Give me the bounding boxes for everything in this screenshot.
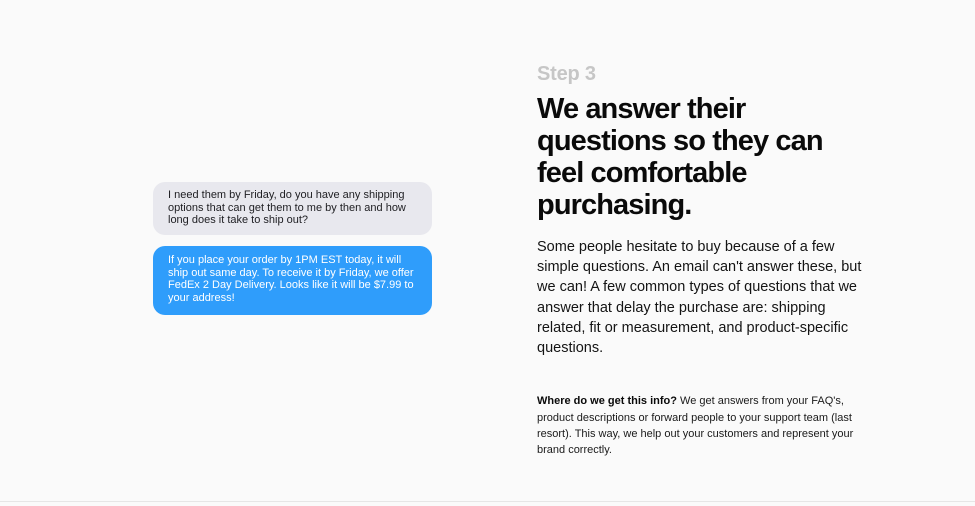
incoming-message-bubble: I need them by Friday, do you have any s… (153, 182, 432, 235)
bottom-divider (0, 501, 975, 502)
section-body: Some people hesitate to buy because of a… (537, 239, 862, 357)
section-headline: We answer their questions so they can fe… (537, 93, 824, 221)
chat-conversation: I need them by Friday, do you have any s… (153, 182, 432, 315)
step-label: Step 3 (537, 63, 596, 85)
info-source-note: Where do we get this info? We get answer… (537, 393, 859, 458)
outgoing-message-bubble: If you place your order by 1PM EST today… (153, 246, 432, 315)
page: I need them by Friday, do you have any s… (0, 0, 975, 506)
info-source-note-title: Where do we get this info? (537, 395, 677, 408)
step-content: Step 3 We answer their questions so they… (537, 62, 867, 458)
